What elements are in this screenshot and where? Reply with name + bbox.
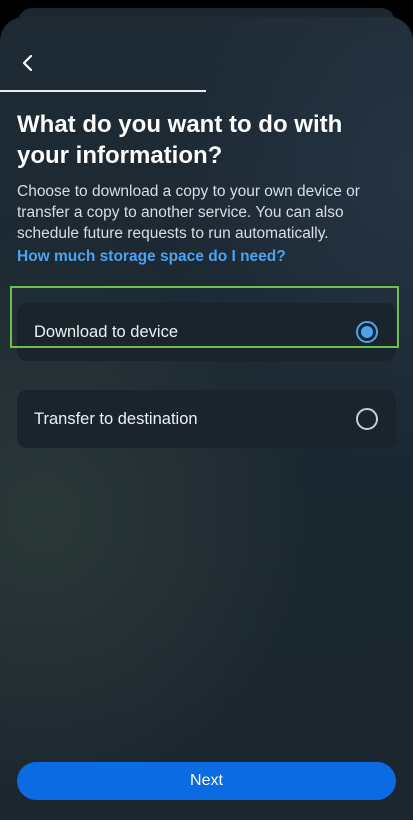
radio-selected-icon[interactable] (356, 321, 378, 343)
option-download-to-device[interactable]: Download to device (17, 303, 396, 361)
radio-unselected-icon[interactable] (356, 408, 378, 430)
storage-help-link[interactable]: How much storage space do I need? (17, 246, 286, 267)
progress-indicator (0, 90, 206, 92)
page-description: Choose to download a copy to your own de… (17, 183, 360, 242)
option-transfer-to-destination[interactable]: Transfer to destination (17, 390, 396, 448)
option-label: Download to device (34, 322, 179, 341)
option-label: Transfer to destination (34, 409, 198, 428)
back-button[interactable] (12, 47, 44, 79)
chevron-left-icon (22, 54, 33, 72)
page-title: What do you want to do with your informa… (17, 111, 343, 169)
bottom-sheet: What do you want to do with your informa… (0, 17, 413, 820)
next-button[interactable]: Next (17, 762, 396, 800)
